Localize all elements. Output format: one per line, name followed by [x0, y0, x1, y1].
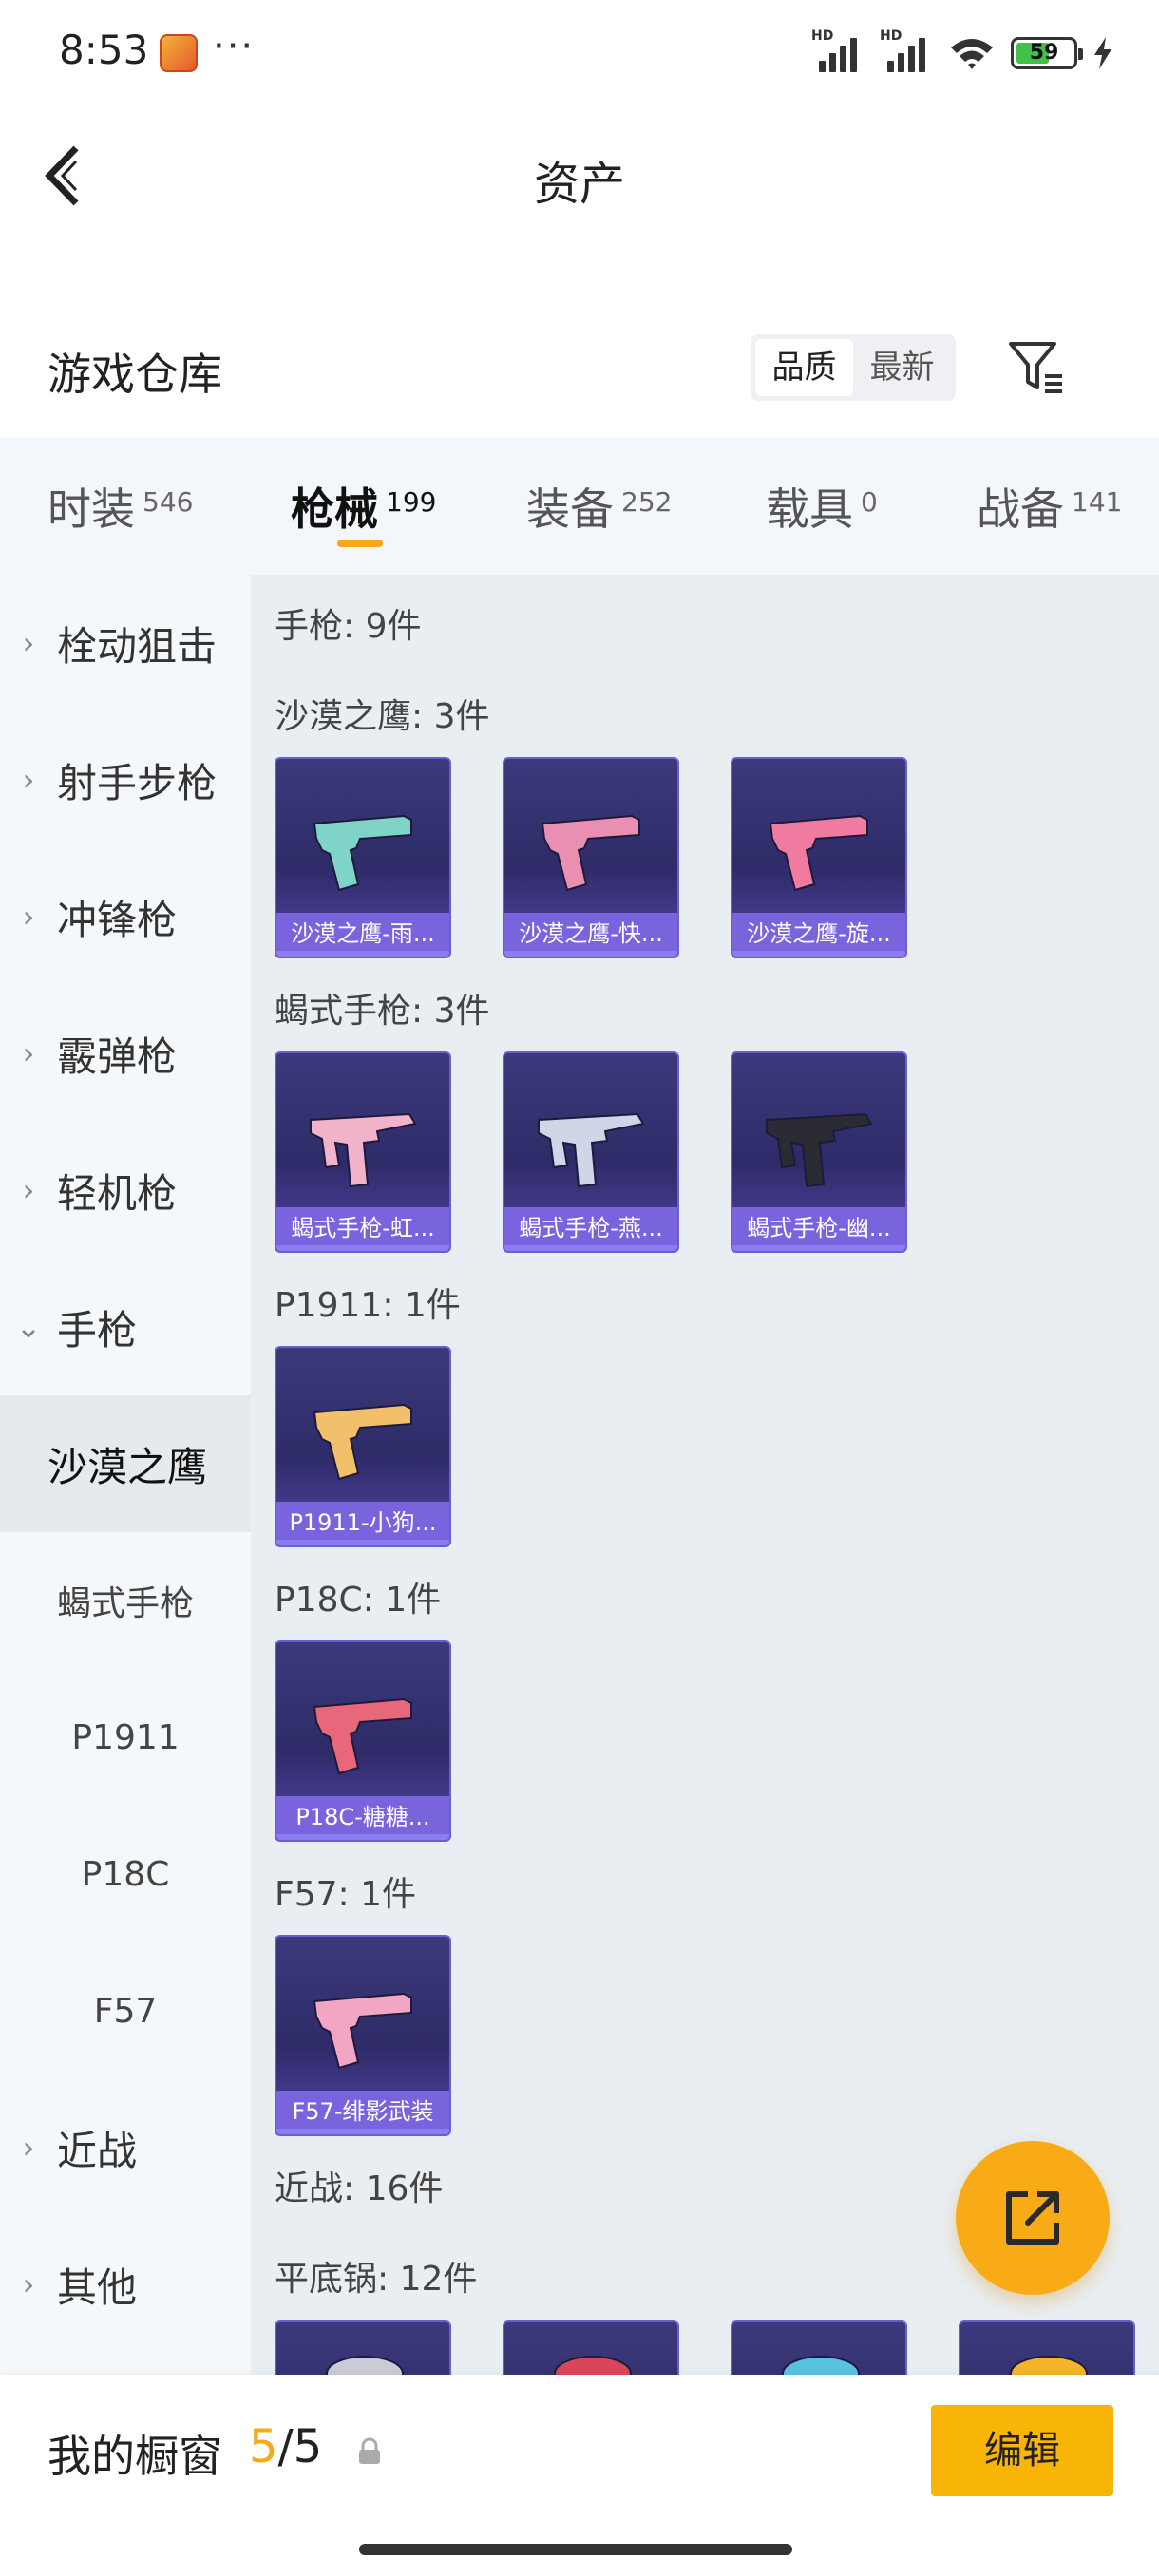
filter-icon[interactable] [1005, 336, 1068, 399]
home-indicator [359, 2544, 792, 2555]
section-title-pistols: 手枪: 9件 [275, 607, 422, 646]
item-card[interactable]: P1911-小狗... [275, 1346, 451, 1547]
showcase-label: 我的橱窗 [48, 2431, 222, 2482]
sidebar-item-smg[interactable]: › 冲锋枪 [0, 848, 251, 985]
item-card[interactable]: P18C-糖糖... [275, 1640, 451, 1842]
active-tab-indicator [337, 540, 383, 547]
pistol-skin-icon [313, 814, 412, 892]
warehouse-title: 游戏仓库 [48, 349, 222, 400]
item-card[interactable]: 沙漠之鹰-雨... [275, 757, 451, 958]
chevron-down-icon: ⌄ [15, 1309, 42, 1345]
section-title-p18c: P18C: 1件 [275, 1581, 442, 1619]
frying-pan-skin-icon [554, 2356, 632, 2375]
chevron-right-icon: › [22, 1035, 35, 1071]
pistol-skin-icon [313, 1403, 412, 1481]
section-title-p1911: P1911: 1件 [275, 1286, 461, 1325]
sidebar-item-marksman-rifle[interactable]: › 射手步枪 [0, 711, 251, 848]
section-title-melee: 近战: 16件 [275, 2169, 444, 2208]
sidebar-subitem-p1911[interactable]: P1911 [0, 1669, 251, 1806]
item-card[interactable]: 蝎式手枪-虹... [275, 1051, 451, 1253]
chevron-right-icon: › [22, 899, 35, 935]
item-grid-area: 手枪: 9件 沙漠之鹰: 3件 沙漠之鹰-雨... 沙漠之鹰-快... 沙漠之鹰… [251, 575, 1159, 2375]
app-notification-icon [160, 34, 198, 72]
smg-pistol-skin-icon [310, 1112, 417, 1188]
item-card[interactable]: 沙漠之鹰-快... [503, 757, 679, 958]
frying-pan-skin-icon [326, 2356, 404, 2375]
pistol-skin-icon [541, 814, 640, 892]
item-card[interactable]: F57-绯影武装 [275, 1935, 451, 2136]
signal-icon: HD [880, 28, 933, 72]
item-card[interactable] [503, 2320, 679, 2375]
tab-equipment[interactable]: 装备 252 [526, 475, 672, 538]
item-card[interactable] [959, 2320, 1135, 2375]
chevron-right-icon: › [22, 2130, 35, 2166]
section-title-scorpion: 蝎式手枪: 3件 [275, 992, 490, 1031]
showcase-bar: 我的橱窗 5/5 编辑 [0, 2375, 1159, 2576]
section-title-f57: F57: 1件 [275, 1875, 416, 1914]
section-title-frying-pan: 平底锅: 12件 [275, 2260, 478, 2299]
frying-pan-skin-icon [782, 2356, 860, 2375]
chevron-right-icon: › [22, 625, 35, 661]
more-notifications-icon: ··· [213, 25, 256, 68]
sidebar-item-pistol[interactable]: ⌄ 手枪 [0, 1259, 251, 1395]
charging-icon [1094, 37, 1112, 69]
item-card[interactable] [275, 2320, 451, 2375]
share-external-icon [1006, 2191, 1059, 2245]
sort-newest-button[interactable]: 最新 [853, 339, 951, 396]
weapon-category-sidebar: › 栓动狙击 › 射手步枪 › 冲锋枪 › 霰弹枪 › 轻机枪 ⌄ 手枪 沙漠之鹰 蝎式手枪… [0, 575, 251, 2375]
sidebar-subitem-p18c[interactable]: P18C [0, 1806, 251, 1942]
edit-button[interactable]: 编辑 [931, 2405, 1113, 2496]
pistol-skin-icon [769, 814, 868, 892]
app-root: 8:53 ··· HD HD 59 资产 游戏仓库 品质 最新 时装 546 枪… [0, 0, 1159, 2576]
sort-toggle: 品质 最新 [750, 334, 956, 401]
navigation-bar: 资产 [0, 123, 1159, 228]
sidebar-item-shotgun[interactable]: › 霰弹枪 [0, 985, 251, 1122]
chevron-right-icon: › [22, 762, 35, 798]
smg-pistol-skin-icon [538, 1112, 645, 1188]
lock-icon [359, 2437, 380, 2464]
sort-quality-button[interactable]: 品质 [755, 339, 853, 396]
section-title-desert-eagle: 沙漠之鹰: 3件 [275, 697, 490, 736]
tab-supplies[interactable]: 战备 141 [977, 475, 1122, 538]
sidebar-item-melee[interactable]: › 近战 [0, 2079, 251, 2216]
sidebar-subitem-scorpion[interactable]: 蝎式手枪 [0, 1532, 251, 1669]
item-card[interactable]: 蝎式手枪-幽... [731, 1051, 907, 1253]
battery-level: 59 [1029, 41, 1059, 65]
item-card[interactable]: 蝎式手枪-燕... [503, 1051, 679, 1253]
tab-vehicles[interactable]: 载具 0 [766, 475, 878, 538]
tab-firearms[interactable]: 枪械 199 [291, 475, 436, 538]
status-bar: 8:53 ··· HD HD 59 [0, 0, 1159, 104]
pistol-skin-icon [313, 1992, 412, 2070]
chevron-right-icon: › [22, 2266, 35, 2302]
wifi-icon [951, 39, 993, 69]
page-title: 资产 [533, 158, 625, 211]
item-card[interactable] [731, 2320, 907, 2375]
warehouse-header: 游戏仓库 品质 最新 [0, 313, 1159, 427]
category-tabs: 时装 546 枪械 199 装备 252 载具 0 战备 141 [0, 437, 1159, 575]
smg-pistol-skin-icon [766, 1112, 873, 1188]
item-card[interactable]: 沙漠之鹰-旋... [731, 757, 907, 958]
sidebar-item-lmg[interactable]: › 轻机枪 [0, 1122, 251, 1259]
sidebar-subitem-f57[interactable]: F57 [0, 1942, 251, 2079]
battery-icon: 59 [1011, 37, 1083, 69]
showcase-count: 5/5 [249, 2420, 323, 2473]
sidebar-item-other[interactable]: › 其他 [0, 2216, 251, 2353]
pistol-skin-icon [313, 1697, 412, 1775]
sidebar-subitem-desert-eagle[interactable]: 沙漠之鹰 [0, 1395, 251, 1532]
chevron-right-icon: › [22, 1172, 35, 1208]
frying-pan-skin-icon [1010, 2356, 1088, 2375]
sidebar-item-bolt-action-sniper[interactable]: › 栓动狙击 [0, 575, 251, 711]
share-fab-button[interactable] [956, 2141, 1110, 2295]
status-icons: HD HD 59 [811, 28, 1113, 74]
status-time: 8:53 [59, 27, 149, 73]
signal-icon: HD [811, 28, 864, 72]
tab-fashion[interactable]: 时装 546 [48, 475, 193, 538]
